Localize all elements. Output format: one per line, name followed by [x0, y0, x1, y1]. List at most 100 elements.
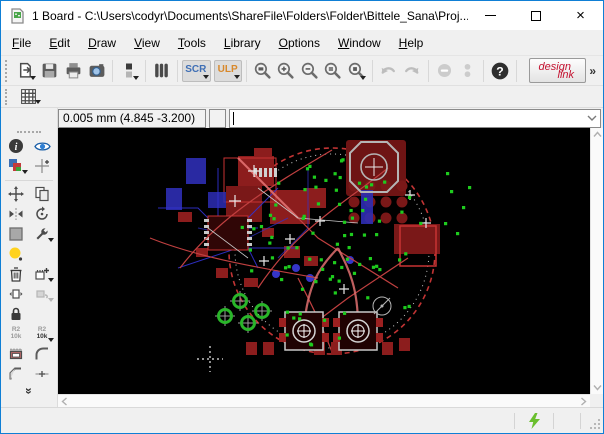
- display-layers-tool[interactable]: [3, 156, 29, 176]
- board-canvas[interactable]: [58, 128, 590, 394]
- smash-tool[interactable]: [3, 344, 29, 364]
- palette-expand-button[interactable]: »: [22, 365, 36, 417]
- show-tool[interactable]: [29, 136, 55, 156]
- menu-draw[interactable]: Draw: [79, 32, 125, 54]
- zoom-in-icon: [276, 61, 295, 80]
- scroll-up-button[interactable]: [591, 128, 604, 141]
- save-button[interactable]: [38, 58, 61, 83]
- command-dropdown-button[interactable]: [584, 115, 600, 121]
- mark-tool[interactable]: [29, 156, 55, 176]
- pinswap-icon: [8, 286, 24, 302]
- redo-icon: [402, 61, 422, 80]
- stop-button[interactable]: [432, 58, 455, 83]
- print-icon: [64, 61, 83, 80]
- run-script-button[interactable]: SCR: [182, 60, 211, 82]
- toolbar-overflow-button[interactable]: »: [586, 64, 599, 78]
- maximize-button[interactable]: [513, 1, 558, 30]
- lock-tool[interactable]: [3, 304, 29, 324]
- add-tool[interactable]: [29, 264, 55, 284]
- undo-button[interactable]: [377, 58, 400, 83]
- menu-view[interactable]: View: [125, 32, 169, 54]
- status-bar: [1, 407, 603, 433]
- coordinate-mode-box[interactable]: [209, 109, 226, 128]
- app-window: 1 Board - C:\Users\codyr\Documents\Share…: [0, 0, 604, 434]
- dropdown-caret-icon: [48, 338, 54, 342]
- change-tool[interactable]: [29, 224, 55, 244]
- optimize-icon: [34, 366, 50, 382]
- zoom-fit-button[interactable]: [251, 58, 274, 83]
- dropdown-caret-icon: [48, 238, 54, 242]
- toolbar-drag-handle[interactable]: [5, 60, 10, 82]
- window-title: 1 Board - C:\Users\codyr\Documents\Share…: [32, 9, 468, 23]
- cam-processor-button[interactable]: [85, 58, 108, 83]
- toolbar-drag-handle[interactable]: [5, 89, 10, 105]
- menu-library[interactable]: Library: [215, 32, 270, 54]
- chevron-down-icon: [587, 115, 597, 121]
- miter-tool[interactable]: [29, 344, 55, 364]
- menu-options[interactable]: Options: [270, 32, 329, 54]
- paste-tool[interactable]: [3, 244, 29, 264]
- horizontal-scrollbar[interactable]: [58, 394, 590, 407]
- info-icon: i: [8, 138, 24, 154]
- zoom-out-button[interactable]: [298, 58, 321, 83]
- library-manager-button[interactable]: [150, 58, 173, 83]
- scroll-right-button[interactable]: [577, 395, 590, 408]
- mirror-tool[interactable]: [3, 204, 29, 224]
- move-tool[interactable]: [3, 184, 29, 204]
- lightning-bolt-icon: [528, 413, 541, 429]
- design-link-label-2: link: [558, 69, 575, 81]
- zoom-in-button[interactable]: [274, 58, 297, 83]
- open-button[interactable]: [15, 58, 38, 83]
- status-separator: [580, 413, 581, 429]
- minimize-button[interactable]: [468, 1, 513, 30]
- help-icon: ?: [490, 61, 510, 81]
- resize-grip[interactable]: [589, 418, 601, 430]
- close-button[interactable]: ×: [558, 1, 603, 30]
- ulp-label: ULP: [218, 64, 238, 75]
- trash-icon: [8, 266, 24, 282]
- value-tool[interactable]: R2 10k: [29, 324, 55, 344]
- group-tool[interactable]: [3, 224, 29, 244]
- menu-file[interactable]: File: [3, 32, 40, 54]
- go-button[interactable]: [456, 58, 479, 83]
- name-tool[interactable]: R2 10k: [3, 324, 29, 344]
- stop-icon: [435, 61, 454, 80]
- zoom-fit-icon: [253, 61, 272, 80]
- go-icon: [458, 61, 477, 80]
- menu-tools[interactable]: Tools: [169, 32, 215, 54]
- command-input[interactable]: [230, 111, 584, 126]
- pinswap-tool[interactable]: [3, 284, 29, 304]
- grid-settings-button[interactable]: [15, 87, 42, 106]
- menu-help[interactable]: Help: [390, 32, 433, 54]
- copy-tool[interactable]: [29, 184, 55, 204]
- palette-drag-handle[interactable]: [17, 131, 41, 135]
- help-button[interactable]: ?: [488, 58, 511, 83]
- zoom-select-button[interactable]: [344, 58, 367, 83]
- scroll-down-button[interactable]: [591, 381, 604, 394]
- cam-processor-icon: [87, 61, 107, 80]
- info-tool[interactable]: i: [3, 136, 29, 156]
- replace-tool[interactable]: [29, 284, 55, 304]
- signal-status-button[interactable]: [523, 411, 545, 431]
- design-link-button[interactable]: design link: [529, 58, 587, 83]
- run-ulp-button[interactable]: ULP: [214, 60, 242, 82]
- toolbar-separator: [246, 60, 247, 82]
- menu-window[interactable]: Window: [329, 32, 390, 54]
- switch-editor-button[interactable]: [117, 58, 140, 83]
- print-button[interactable]: [62, 58, 85, 83]
- redo-button[interactable]: [400, 58, 423, 83]
- dropdown-caret-icon: [203, 75, 209, 79]
- delete-tool[interactable]: [3, 264, 29, 284]
- zoom-out-icon: [300, 61, 319, 80]
- mirror-icon: [8, 206, 24, 222]
- rotate-tool[interactable]: [29, 204, 55, 224]
- vertical-scrollbar[interactable]: [590, 128, 603, 394]
- scroll-left-button[interactable]: [58, 395, 71, 408]
- menu-edit[interactable]: Edit: [40, 32, 79, 54]
- palette-empty-cell: [29, 244, 55, 264]
- move-icon: [8, 186, 24, 202]
- copy-icon: [34, 186, 50, 202]
- chevron-up-icon: [593, 131, 602, 138]
- zoom-redraw-button[interactable]: [321, 58, 344, 83]
- save-icon: [40, 61, 59, 80]
